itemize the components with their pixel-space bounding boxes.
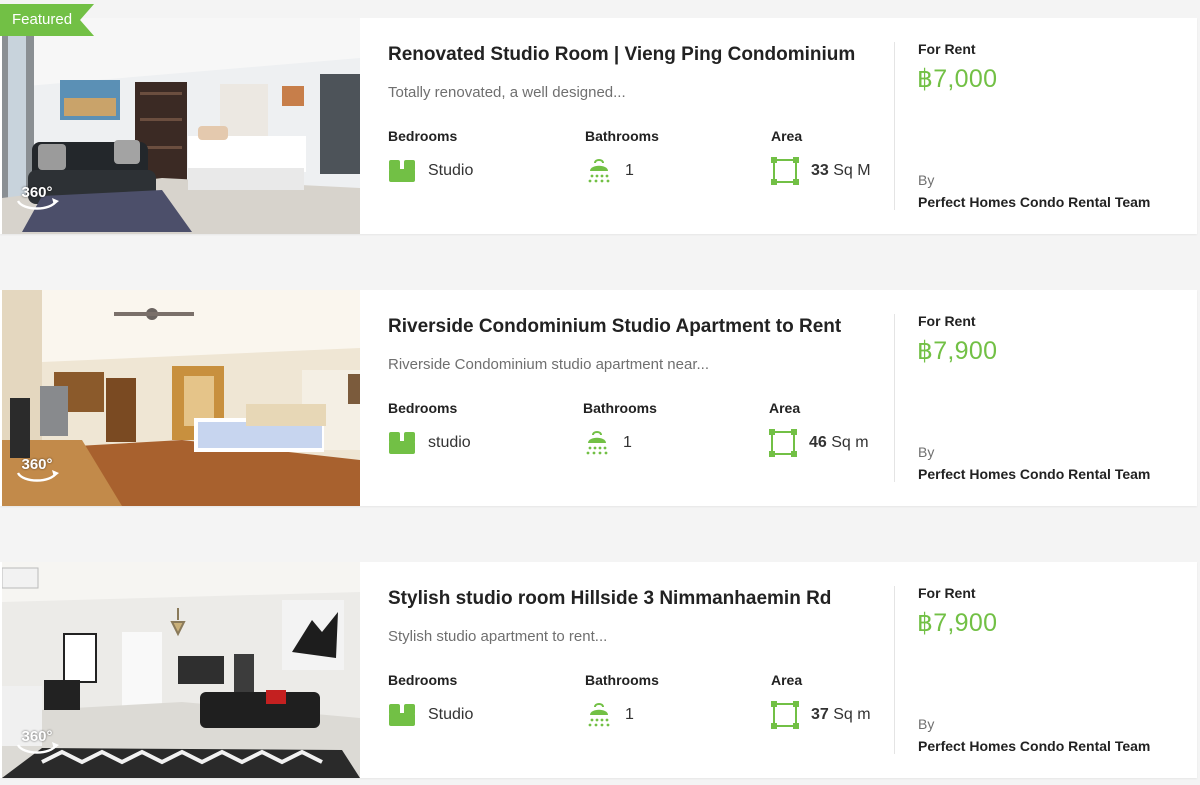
card-divider — [894, 586, 895, 754]
bedrooms-value: Studio — [388, 700, 473, 730]
bathrooms-text: 1 — [625, 706, 634, 723]
by-label: By — [918, 444, 935, 460]
agent-link[interactable]: Perfect Homes Condo Rental Team — [918, 738, 1150, 754]
area-number: 33 — [811, 162, 829, 179]
bathrooms-value: 1 — [585, 156, 634, 186]
area-square-icon — [769, 429, 797, 457]
area-unit: Sq M — [833, 162, 871, 179]
area-label: Area — [771, 672, 803, 688]
bed-icon — [389, 704, 415, 726]
360-view-icon[interactable]: 360° — [13, 184, 61, 212]
bedrooms-value: Studio — [388, 156, 473, 186]
bedrooms-label: Bedrooms — [388, 400, 458, 416]
area-square-icon — [771, 157, 799, 185]
listing-status: For Rent — [918, 313, 976, 329]
listing-excerpt: Stylish studio apartment to rent... — [388, 628, 608, 645]
bathrooms-value: 1 — [585, 700, 634, 730]
card-divider — [894, 42, 895, 210]
rotate-arc-icon — [16, 742, 59, 754]
bedrooms-label: Bedrooms — [388, 672, 458, 688]
listing-photo[interactable]: 360° — [2, 562, 360, 778]
shower-icon — [588, 703, 610, 727]
bed-icon — [389, 160, 415, 182]
bathrooms-value: 1 — [583, 428, 632, 458]
listing-photo[interactable]: 360° — [2, 290, 360, 506]
listing-title[interactable]: Riverside Condominium Studio Apartment t… — [388, 316, 841, 338]
bathrooms-text: 1 — [623, 434, 632, 451]
bathrooms-label: Bathrooms — [585, 128, 659, 144]
shower-icon — [586, 431, 608, 455]
bedrooms-label: Bedrooms — [388, 128, 458, 144]
bathrooms-text: 1 — [625, 162, 634, 179]
rotate-arc-icon — [16, 198, 59, 210]
area-label: Area — [771, 128, 803, 144]
area-number: 37 — [811, 706, 829, 723]
listing-title[interactable]: Stylish studio room Hillside 3 Nimmanhae… — [388, 588, 831, 610]
featured-badge: Featured — [0, 4, 94, 36]
listing-card[interactable]: 360° Featured Renovated Studio Room | Vi… — [0, 18, 1197, 234]
listing-price: ฿7,900 — [917, 609, 998, 637]
by-label: By — [918, 172, 935, 188]
bedrooms-text: Studio — [428, 706, 474, 723]
360-view-icon[interactable]: 360° — [13, 728, 61, 756]
area-number: 46 — [809, 434, 827, 451]
listing-photo[interactable]: 360° — [2, 18, 360, 234]
area-unit: Sq m — [831, 434, 869, 451]
360-view-icon[interactable]: 360° — [13, 456, 61, 484]
agent-link[interactable]: Perfect Homes Condo Rental Team — [918, 194, 1150, 210]
listing-card[interactable]: 360° Stylish studio room Hillside 3 Nimm… — [0, 562, 1197, 778]
listing-price: ฿7,900 — [917, 337, 998, 365]
listing-excerpt: Riverside Condominium studio apartment n… — [388, 356, 709, 373]
bathrooms-label: Bathrooms — [585, 672, 659, 688]
bedrooms-text: Studio — [428, 162, 474, 179]
listing-card[interactable]: 360° Riverside Condominium Studio Apartm… — [0, 290, 1197, 506]
listing-excerpt: Totally renovated, a well designed... — [388, 84, 626, 101]
by-label: By — [918, 716, 935, 732]
area-value: 46 Sq m — [769, 428, 869, 458]
area-label: Area — [769, 400, 801, 416]
shower-icon — [588, 159, 610, 183]
bathrooms-label: Bathrooms — [583, 400, 657, 416]
listing-status: For Rent — [918, 585, 976, 601]
rotate-arc-icon — [16, 470, 59, 482]
listing-title[interactable]: Renovated Studio Room | Vieng Ping Condo… — [388, 44, 855, 66]
area-square-icon — [771, 701, 799, 729]
card-divider — [894, 314, 895, 482]
bedrooms-value: studio — [388, 428, 471, 458]
area-value: 37 Sq m — [771, 700, 871, 730]
area-value: 33 Sq M — [771, 156, 871, 186]
bedrooms-text: studio — [428, 434, 471, 451]
area-unit: Sq m — [833, 706, 871, 723]
agent-link[interactable]: Perfect Homes Condo Rental Team — [918, 466, 1150, 482]
bed-icon — [389, 432, 415, 454]
listing-price: ฿7,000 — [917, 65, 998, 93]
listing-status: For Rent — [918, 41, 976, 57]
